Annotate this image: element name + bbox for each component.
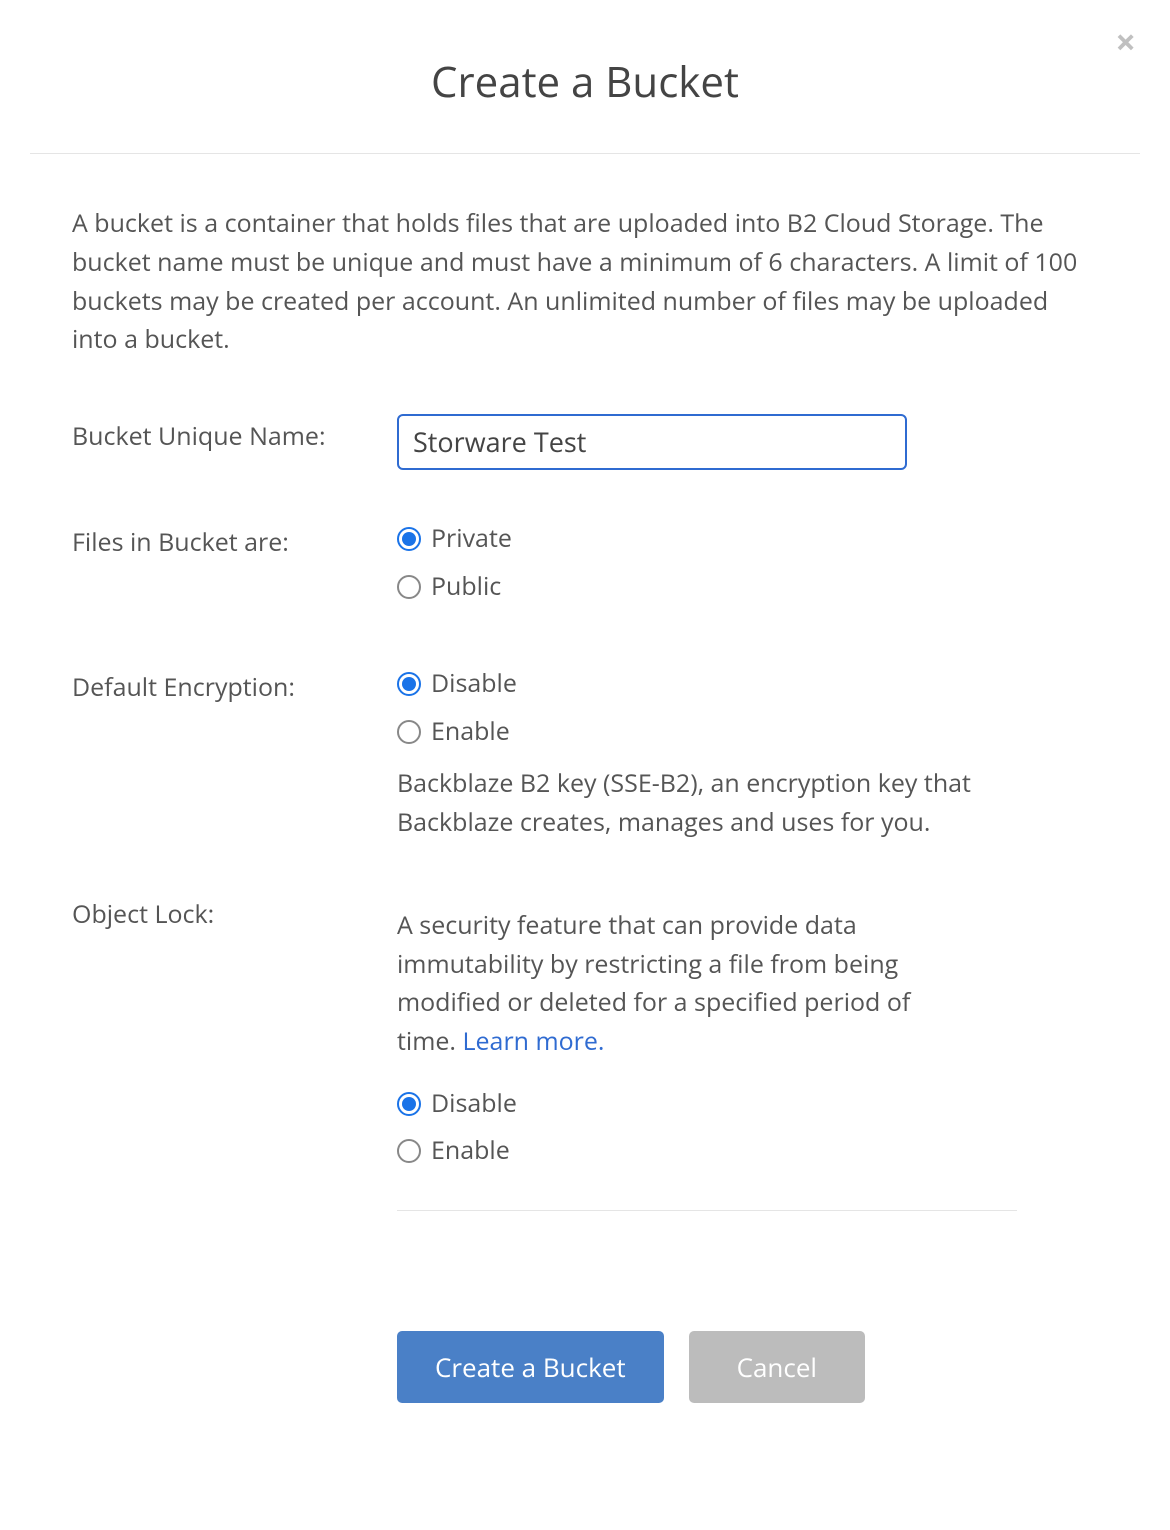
privacy-private-label: Private: [431, 520, 512, 558]
object-lock-disable-label: Disable: [431, 1085, 517, 1123]
object-lock-enable-label: Enable: [431, 1132, 510, 1170]
modal-title: Create a Bucket: [0, 30, 1170, 153]
encryption-enable-label: Enable: [431, 713, 510, 751]
privacy-private-option[interactable]: Private: [397, 520, 1098, 558]
files-privacy-label: Files in Bucket are:: [72, 520, 397, 562]
object-lock-learn-more-link[interactable]: Learn more.: [462, 1024, 604, 1058]
encryption-row: Default Encryption: Disable Enable Backb…: [72, 665, 1098, 842]
modal-description: A bucket is a container that holds files…: [72, 204, 1098, 359]
object-lock-disable-radio[interactable]: [397, 1092, 421, 1116]
privacy-public-option[interactable]: Public: [397, 568, 1098, 606]
encryption-helper-text: Backblaze B2 key (SSE-B2), an encryption…: [397, 764, 1017, 842]
object-lock-divider: [397, 1210, 1017, 1211]
object-lock-enable-radio[interactable]: [397, 1139, 421, 1163]
create-bucket-modal: × Create a Bucket A bucket is a containe…: [0, 0, 1170, 1463]
bucket-name-row: Bucket Unique Name:: [72, 414, 1098, 470]
encryption-label: Default Encryption:: [72, 665, 397, 707]
bucket-name-input[interactable]: [397, 414, 907, 470]
modal-content: A bucket is a container that holds files…: [0, 204, 1170, 1403]
object-lock-enable-option[interactable]: Enable: [397, 1132, 1098, 1170]
encryption-disable-radio[interactable]: [397, 672, 421, 696]
encryption-enable-radio[interactable]: [397, 720, 421, 744]
encryption-enable-option[interactable]: Enable: [397, 713, 1098, 751]
object-lock-row: Object Lock: A security feature that can…: [72, 892, 1098, 1211]
cancel-button[interactable]: Cancel: [689, 1331, 865, 1403]
button-row: Create a Bucket Cancel: [397, 1331, 1098, 1403]
object-lock-disable-option[interactable]: Disable: [397, 1085, 1098, 1123]
object-lock-label: Object Lock:: [72, 892, 397, 934]
privacy-public-radio[interactable]: [397, 575, 421, 599]
files-privacy-row: Files in Bucket are: Private Public: [72, 520, 1098, 615]
close-icon[interactable]: ×: [1115, 24, 1136, 60]
create-bucket-button[interactable]: Create a Bucket: [397, 1331, 664, 1403]
privacy-public-label: Public: [431, 568, 501, 606]
header-divider: [30, 153, 1140, 154]
encryption-disable-label: Disable: [431, 665, 517, 703]
privacy-private-radio[interactable]: [397, 527, 421, 551]
bucket-name-label: Bucket Unique Name:: [72, 414, 397, 456]
object-lock-description: A security feature that can provide data…: [397, 906, 957, 1061]
encryption-disable-option[interactable]: Disable: [397, 665, 1098, 703]
